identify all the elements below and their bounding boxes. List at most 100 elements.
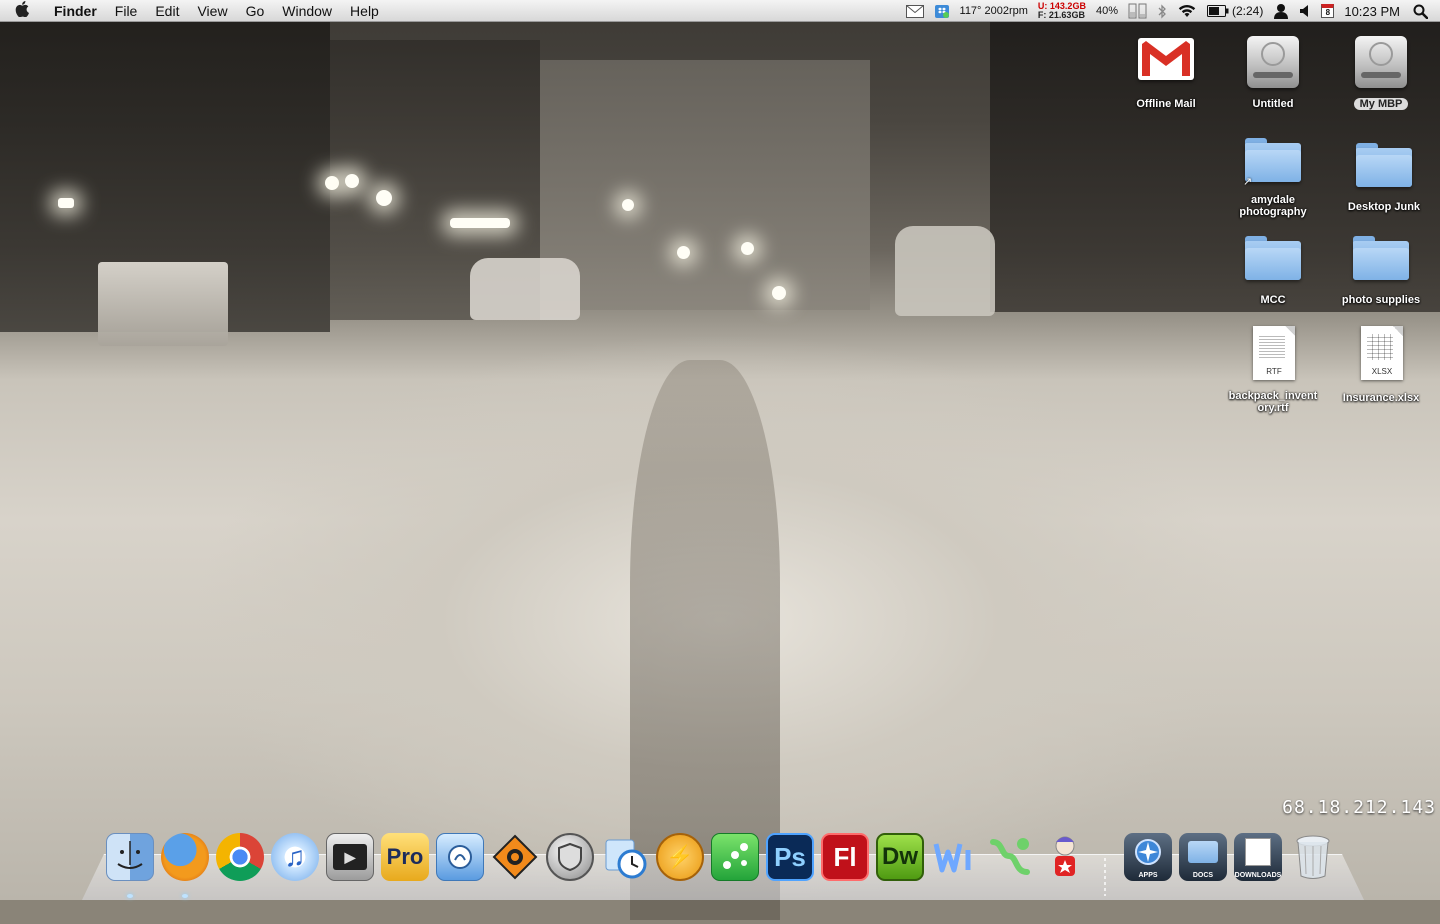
photoshop-icon: Ps [766, 833, 814, 881]
battery-icon[interactable]: (2:24) [1202, 0, 1268, 22]
downloads-stack-icon: DOWNLOADS [1234, 833, 1282, 881]
dock-stack-applications[interactable]: APPS [1123, 830, 1173, 884]
dock-item-finder[interactable] [105, 830, 155, 884]
media-player-icon: ▶ [326, 833, 374, 881]
dock-separator [1104, 858, 1106, 896]
desktop-icon-label: Untitled [1252, 98, 1294, 110]
wi-icon [931, 833, 979, 881]
dock-item-shield[interactable] [545, 830, 595, 884]
running-indicator-finder [127, 894, 133, 898]
dock-item-flash[interactable]: Fl [820, 830, 870, 884]
hard-drive-icon [1241, 30, 1305, 94]
desktop-icon-insurance-xlsx[interactable]: XLSX Insurance.xlsx [1333, 324, 1429, 406]
desktop-icon-mcc[interactable]: MCC [1225, 226, 1321, 308]
app-menu-finder[interactable]: Finder [44, 0, 106, 22]
desktop-icon-label: MCC [1260, 294, 1286, 306]
dropbox-icon[interactable] [929, 0, 955, 22]
temperature-fan-readout[interactable]: 117° 2002rpm [955, 0, 1033, 22]
running-indicator-firefox [182, 894, 188, 898]
dock-item-front-row[interactable]: ▶ [325, 830, 375, 884]
dock-item-firefox[interactable] [160, 830, 210, 884]
bluetooth-icon[interactable] [1153, 0, 1172, 22]
dock-item-dreamweaver[interactable]: Dw [875, 830, 925, 884]
dock-item-itunes[interactable]: ♫ [270, 830, 320, 884]
dock-item-writer[interactable] [930, 830, 980, 884]
dock-item-reason[interactable] [490, 830, 540, 884]
menu-file[interactable]: File [106, 0, 147, 22]
stack-label: DOWNLOADS [1234, 872, 1282, 879]
battery-time-text: (2:24) [1231, 4, 1264, 18]
file-extension-text: XLSX [1371, 367, 1393, 376]
dreamweaver-icon: Dw [876, 833, 924, 881]
dock-item-trash[interactable] [1288, 830, 1338, 884]
desktop-icon-amydale-photography[interactable]: ↗ amydale photography [1225, 128, 1321, 220]
wifi-icon[interactable] [1172, 0, 1202, 22]
menu-help[interactable]: Help [341, 0, 388, 22]
dock-item-stuffit[interactable]: ⚡ [655, 830, 705, 884]
preview-icon [436, 833, 484, 881]
status-menus: 117° 2002rpm U: 143.2GB F: 21.63GB 40% (… [901, 0, 1440, 22]
stack-label: APPS [1138, 872, 1158, 879]
dock-item-time-machine[interactable] [600, 830, 650, 884]
stamp-doll-icon [1041, 833, 1089, 881]
folder-icon [1352, 133, 1416, 197]
dock-item-chrome[interactable] [215, 830, 265, 884]
desktop-icon-label: Insurance.xlsx [1342, 392, 1420, 404]
desktop-icon-my-mbp-drive[interactable]: My MBP [1333, 30, 1429, 112]
apple-menu-icon[interactable] [0, 0, 44, 21]
clock-bag-icon [601, 833, 649, 881]
desktop-icon-label: My MBP [1353, 98, 1409, 110]
shield-app-icon [546, 833, 594, 881]
desktop-icon-desktop-junk[interactable]: Desktop Junk [1336, 133, 1432, 215]
menu-go[interactable]: Go [237, 0, 274, 22]
desktop-icon-backpack-inventory[interactable]: RTF backpack_inventory.rtf [1225, 324, 1321, 416]
applications-stack-icon: APPS [1124, 833, 1172, 881]
dock-item-preview[interactable] [435, 830, 485, 884]
dock-item-stamp[interactable] [1040, 830, 1090, 884]
cpu-percent-readout[interactable]: 40% [1091, 0, 1123, 22]
desktop-icon-photo-supplies[interactable]: photo supplies [1333, 226, 1429, 308]
file-extension-text: RTF [1266, 367, 1282, 376]
dock-item-network[interactable] [985, 830, 1035, 884]
menu-window[interactable]: Window [273, 0, 341, 22]
folder-icon [1241, 226, 1305, 290]
firefox-icon [161, 833, 209, 881]
documents-stack-icon: DOCS [1179, 833, 1227, 881]
mail-envelope-icon[interactable] [901, 0, 929, 22]
desktop-icon-label: amydale photography [1239, 194, 1307, 218]
trash-icon [1289, 833, 1337, 881]
xlsx-document-icon: XLSX [1349, 324, 1413, 388]
network-icon [986, 833, 1034, 881]
desktop-icon-label: backpack_inventory.rtf [1228, 390, 1318, 414]
desktop-icon-offline-mail[interactable]: Offline Mail [1118, 30, 1214, 112]
stuffit-icon: ⚡ [656, 833, 704, 881]
disk-usage-readout[interactable]: U: 143.2GB F: 21.63GB [1033, 0, 1091, 22]
calendar-date-icon[interactable]: 8 [1316, 0, 1339, 22]
folder-icon [1349, 226, 1413, 290]
spotlight-search-icon[interactable] [1405, 0, 1440, 22]
user-silhouette-icon[interactable] [1268, 0, 1294, 22]
pro-icon: Pro [381, 833, 429, 881]
dock-item-pro[interactable]: Pro [380, 830, 430, 884]
stack-label: DOCS [1192, 872, 1214, 879]
cpu-meter-icon[interactable] [1123, 0, 1153, 22]
desktop-icon-label: Desktop Junk [1347, 201, 1421, 213]
desktop-wallpaper [0, 0, 1440, 920]
menu-edit[interactable]: Edit [146, 0, 188, 22]
hard-drive-icon [1349, 30, 1413, 94]
menubar-clock[interactable]: 10:23 PM [1339, 0, 1405, 22]
flash-icon: Fl [821, 833, 869, 881]
dock-stack-documents[interactable]: DOCS [1178, 830, 1228, 884]
itunes-icon: ♫ [271, 833, 319, 881]
menu-bar: Finder File Edit View Go Window Help 117… [0, 0, 1440, 22]
dock-stack-downloads[interactable]: DOWNLOADS [1233, 830, 1283, 884]
desktop-icon-untitled-drive[interactable]: Untitled [1225, 30, 1321, 112]
reason-icon [491, 833, 539, 881]
dock-item-game[interactable] [710, 830, 760, 884]
dock-item-photoshop[interactable]: Ps [765, 830, 815, 884]
volume-speaker-icon[interactable] [1294, 0, 1316, 22]
ip-address-overlay: 68.18.212.143 [1282, 797, 1436, 818]
gmail-icon [1134, 30, 1198, 94]
chrome-icon [216, 833, 264, 881]
menu-view[interactable]: View [188, 0, 236, 22]
